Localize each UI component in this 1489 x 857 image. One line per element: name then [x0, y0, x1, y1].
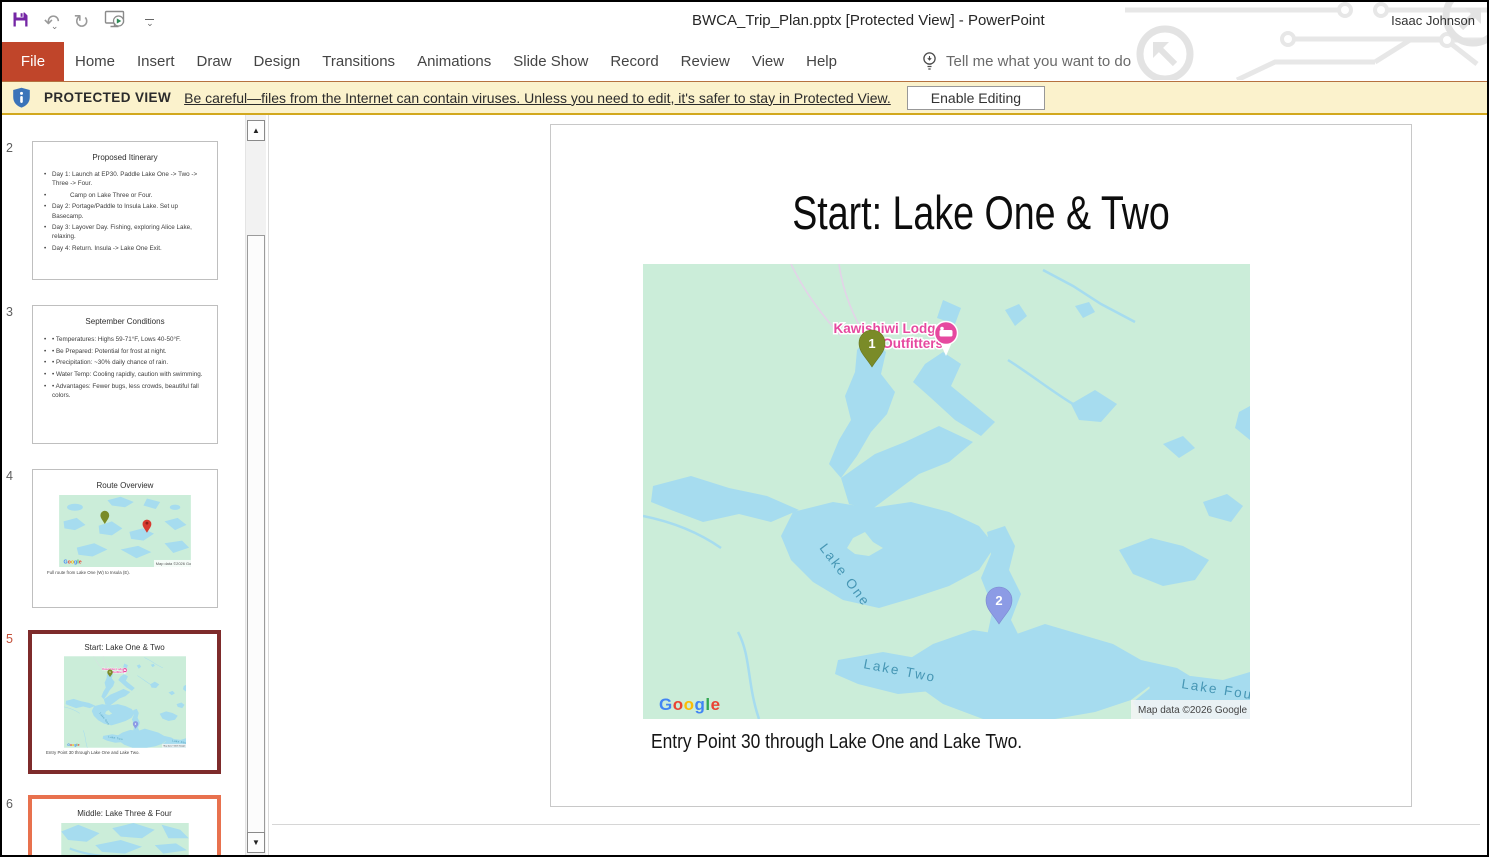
thumbnail-title: September Conditions: [33, 317, 217, 326]
protected-view-banner: PROTECTED VIEW Be careful—files from the…: [2, 81, 1487, 115]
thumbnail-bullet: • Advantages: Fewer bugs, less crowds, b…: [44, 382, 206, 400]
tab-animations[interactable]: Animations: [406, 42, 502, 81]
quick-access-toolbar: ↶ ⌄ ↻ ⌄: [12, 7, 154, 37]
svg-text:1: 1: [868, 336, 875, 351]
thumbnail-bullet: • Precipitation: ~30% daily chance of ra…: [44, 358, 206, 367]
thumbnail-bullet: Day 4: Return. Insula -> Lake One Exit.: [44, 244, 206, 253]
tab-record[interactable]: Record: [599, 42, 669, 81]
shield-info-icon: [12, 87, 31, 108]
start-slideshow-button[interactable]: [104, 10, 126, 34]
tab-insert[interactable]: Insert: [126, 42, 186, 81]
slide-thumbnail-4[interactable]: Route Overview: [32, 469, 218, 608]
map-attribution: Map data ©2026 Google: [1138, 705, 1248, 716]
tab-transitions[interactable]: Transitions: [311, 42, 406, 81]
thumbnail-caption: Full route from Lake One (W) to Insula (…: [47, 570, 217, 575]
thumbnail-map: [64, 656, 186, 748]
thumbnail-number-5: 5: [6, 632, 28, 646]
scroll-down-icon: ▼: [252, 838, 260, 847]
window-title: BWCA_Trip_Plan.pptx [Protected View] - P…: [692, 12, 1045, 29]
thumbnail-title: Start: Lake One & Two: [32, 643, 217, 652]
thumbnail-map: [61, 823, 189, 855]
qat-customize-button[interactable]: ⌄: [145, 19, 154, 26]
thumbnail-title: Middle: Lake Three & Four: [32, 809, 217, 818]
save-icon: [12, 11, 29, 28]
route-overview-map: Google Map data ©2026 Google: [59, 495, 191, 567]
google-logo: Google: [659, 695, 721, 714]
thumbnail-number-3: 3: [6, 305, 28, 319]
title-bar: ↶ ⌄ ↻ ⌄ BWCA_Trip_Plan.pptx [Protected V…: [2, 2, 1487, 42]
thumbnail-bullet: Day 2: Portage/Paddle to Insula Lake. Se…: [44, 202, 206, 220]
tab-home[interactable]: Home: [64, 42, 126, 81]
save-button[interactable]: [12, 11, 29, 33]
tab-design[interactable]: Design: [243, 42, 312, 81]
thumbnail-bullet: Day 1: Launch at EP30. Paddle Lake One -…: [44, 170, 206, 188]
svg-text:Kawishiwi Lodge: Kawishiwi Lodge: [833, 321, 943, 336]
thumbnail-title: Proposed Itinerary: [33, 153, 217, 162]
map-attribution: Map data ©2026 Google: [156, 561, 191, 566]
thumbnail-number-6: 6: [6, 797, 28, 811]
tab-slide-show[interactable]: Slide Show: [502, 42, 599, 81]
enable-editing-button[interactable]: Enable Editing: [907, 86, 1045, 110]
slide-editor: Start: Lake One & Two: [269, 115, 1487, 855]
slide-map-image: Lake One Lake Two Lake Four Kawishiwi Lo…: [643, 264, 1250, 719]
slide-thumbnail-3[interactable]: September Conditions • Temperatures: Hig…: [32, 305, 218, 444]
slide-caption: Entry Point 30 through Lake One and Lake…: [651, 731, 1022, 754]
scroll-up-button[interactable]: ▲: [247, 120, 265, 141]
tell-me-button[interactable]: Tell me what you want to do: [922, 42, 1131, 81]
svg-text:2: 2: [995, 593, 1002, 608]
main-content: 2 Proposed Itinerary Day 1: Launch at EP…: [2, 115, 1487, 855]
scrollbar-thumb[interactable]: [247, 235, 265, 833]
thumbnail-title: Route Overview: [33, 481, 217, 490]
tab-review[interactable]: Review: [670, 42, 741, 81]
slide-thumbnail-2[interactable]: Proposed Itinerary Day 1: Launch at EP30…: [32, 141, 218, 280]
account-name[interactable]: Isaac Johnson: [1391, 13, 1475, 28]
scroll-down-button[interactable]: ▼: [247, 832, 265, 853]
slideshow-icon: [104, 10, 126, 29]
undo-dropdown-chevron[interactable]: ⌄: [51, 22, 59, 31]
tab-help[interactable]: Help: [795, 42, 848, 81]
scroll-up-icon: ▲: [252, 126, 260, 135]
thumbnail-scrollbar[interactable]: ▲ ▼: [245, 115, 266, 855]
slide-canvas[interactable]: Start: Lake One & Two: [550, 124, 1412, 807]
thumbnail-bullet: Camp on Lake Three or Four.: [44, 191, 206, 200]
slide-thumbnail-panel: 2 Proposed Itinerary Day 1: Launch at EP…: [2, 115, 245, 855]
ribbon-tab-row: File Home Insert Draw Design Transitions…: [2, 42, 1487, 81]
protected-view-label: PROTECTED VIEW: [44, 90, 171, 105]
thumbnail-caption: Entry Point 30 through Lake One and Lake…: [46, 750, 217, 755]
thumbnail-bullet: • Temperatures: Highs 59-71°F, Lows 40-5…: [44, 335, 206, 344]
slide-thumbnail-5-selected[interactable]: Start: Lake One & Two Entry Point 30 thr…: [28, 630, 221, 774]
thumbnail-bullet: • Be Prepared: Potential for frost at ni…: [44, 347, 206, 356]
redo-button[interactable]: ↻: [73, 13, 89, 32]
tab-view[interactable]: View: [741, 42, 795, 81]
thumbnail-number-4: 4: [6, 469, 28, 483]
tab-file[interactable]: File: [2, 42, 64, 81]
thumbnail-bullet: Day 3: Layover Day. Fishing, exploring A…: [44, 223, 206, 241]
powerpoint-window: ↶ ⌄ ↻ ⌄ BWCA_Trip_Plan.pptx [Protected V…: [0, 0, 1489, 857]
lightbulb-icon: [922, 51, 937, 73]
slide-title: Start: Lake One & Two: [637, 185, 1325, 240]
protected-view-message-link[interactable]: Be careful—files from the Internet can c…: [184, 90, 891, 106]
slide-thumbnail-6[interactable]: Middle: Lake Three & Four: [28, 795, 221, 855]
tab-draw[interactable]: Draw: [186, 42, 243, 81]
thumbnail-bullet: • Water Temp: Cooling rapidly, caution w…: [44, 370, 206, 379]
google-logo: Google: [64, 559, 82, 565]
thumbnail-number-2: 2: [6, 141, 28, 155]
notes-pane-divider[interactable]: [272, 824, 1480, 825]
